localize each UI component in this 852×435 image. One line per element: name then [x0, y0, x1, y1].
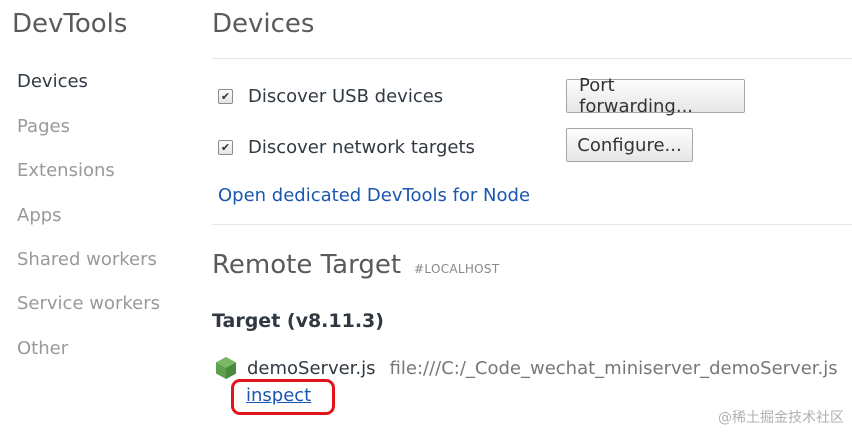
sidebar-item-devices[interactable]: Devices: [17, 71, 88, 92]
target-name: demoServer.js: [247, 357, 376, 379]
page-title: Devices: [212, 9, 315, 39]
network-checkbox[interactable]: ✔: [218, 139, 233, 155]
network-checkbox-label: Discover network targets: [248, 136, 475, 158]
sidebar-item-apps[interactable]: Apps: [17, 205, 62, 226]
sidebar-item-pages[interactable]: Pages: [17, 116, 70, 137]
node-hexagon-icon: [216, 357, 236, 379]
devtools-inspect-page: DevTools Devices Pages Extensions Apps S…: [0, 0, 852, 435]
app-title: DevTools: [12, 9, 128, 39]
sidebar-item-other[interactable]: Other: [17, 338, 68, 359]
inspect-link[interactable]: inspect: [246, 385, 311, 406]
configure-button[interactable]: Configure...: [566, 128, 693, 162]
divider: [212, 58, 852, 59]
open-node-devtools-link[interactable]: Open dedicated DevTools for Node: [218, 185, 530, 206]
target-version-title: Target (v8.11.3): [212, 310, 384, 332]
sidebar: DevTools Devices Pages Extensions Apps S…: [0, 0, 182, 435]
sidebar-item-shared-workers[interactable]: Shared workers: [17, 249, 157, 270]
localhost-badge: #LOCALHOST: [414, 262, 500, 276]
usb-option-row: ✔ Discover USB devices: [218, 82, 443, 110]
network-option-row: ✔ Discover network targets: [218, 133, 475, 161]
port-forwarding-button[interactable]: Port forwarding...: [566, 75, 745, 117]
divider: [212, 224, 852, 225]
watermark: @稀土掘金技术社区: [718, 410, 844, 426]
target-item: demoServer.js file:///C:/_Code_wechat_mi…: [215, 356, 838, 380]
sidebar-item-service-workers[interactable]: Service workers: [17, 293, 160, 314]
target-path: file:///C:/_Code_wechat_miniserver_demoS…: [389, 357, 838, 379]
sidebar-item-extensions[interactable]: Extensions: [17, 160, 115, 181]
remote-target-heading: Remote Target #LOCALHOST: [212, 250, 499, 280]
remote-target-title: Remote Target: [212, 250, 402, 280]
usb-checkbox-label: Discover USB devices: [248, 85, 444, 107]
usb-checkbox[interactable]: ✔: [218, 88, 233, 104]
